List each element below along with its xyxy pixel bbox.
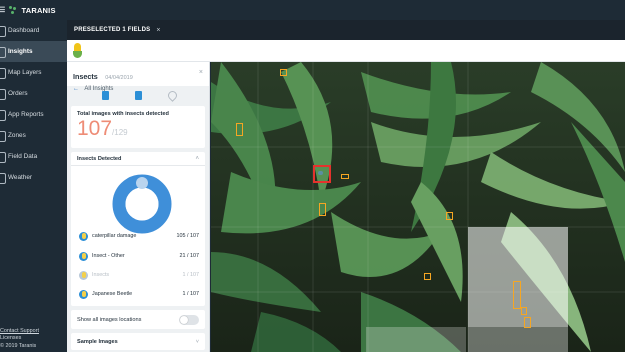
sidebar-item-weather[interactable]: Weather (0, 167, 67, 188)
crop-bar (67, 40, 625, 62)
sample-images-section[interactable]: Sample Images ˅ (71, 333, 205, 350)
insect-marker[interactable] (524, 317, 531, 328)
insect-marker[interactable] (513, 281, 521, 309)
total-images-value: 107 (77, 117, 113, 140)
nav-list: Dashboard Insights Map Layers Orders App Rep… (0, 20, 67, 188)
export-icon[interactable] (101, 90, 109, 100)
sidebar-item-label: Zones (8, 132, 26, 139)
total-images-of: /129 (112, 128, 128, 137)
field-image-viewer[interactable] (211, 62, 625, 352)
insect-row[interactable]: Insects 1 / 107 (79, 269, 199, 281)
panel-title: Insects (73, 72, 98, 81)
location-pin-icon[interactable] (168, 91, 175, 100)
insect-row-label: Japanese Beetle (92, 291, 133, 297)
close-panel-icon[interactable]: × (199, 69, 203, 76)
show-all-locations-row: Show all images locations (71, 310, 205, 329)
donut-highlight-segment (136, 177, 148, 189)
sidebar-item-label: Insights (8, 48, 33, 55)
insect-marker[interactable] (319, 203, 326, 216)
insects-detected-header[interactable]: Insects Detected ˄ (71, 152, 205, 166)
selected-insect-marker[interactable] (313, 165, 331, 183)
brand[interactable]: ☰ TARANIS (0, 0, 67, 20)
sample-images-label: Sample Images (77, 338, 118, 345)
insect-row-label: caterpillar damage (92, 233, 137, 239)
sidebar-footer: Contact Support Licenses © 2019 Taranis (0, 328, 39, 350)
corn-insect-icon (79, 231, 88, 241)
licenses-link[interactable]: Licenses (0, 335, 39, 342)
sidebar-item-dashboard[interactable]: Dashboard (0, 20, 67, 41)
main-sidebar: ☰ TARANIS Dashboard Insights Map Layers Ord… (0, 0, 67, 352)
insects-detected-card: Insects Detected ˄ caterpillar damage 105… (71, 152, 205, 306)
sidebar-item-map-layers[interactable]: Map Layers (0, 62, 67, 83)
taranis-logo-icon (9, 5, 17, 15)
insect-row-count: 21 / 107 (179, 253, 199, 259)
collapse-chevron-icon[interactable]: ˄ (195, 156, 199, 162)
insect-row[interactable]: Insect - Other 21 / 107 (79, 250, 199, 262)
insect-marker[interactable] (521, 307, 527, 315)
total-images-card: Total images with insects detected 107/1… (71, 106, 205, 148)
top-strip (67, 0, 625, 20)
corn-field-photo (211, 62, 625, 352)
field-selection-bar: PRESELECTED 1 FIELDS × (67, 20, 625, 40)
sidebar-item-label: Field Data (8, 153, 38, 160)
insect-row[interactable]: caterpillar damage 105 / 107 (79, 230, 199, 242)
corn-insect-icon (79, 270, 88, 280)
show-all-locations-label: Show all images locations (77, 316, 142, 323)
panel-date: 04/04/2019 (105, 75, 133, 81)
report-icon[interactable] (134, 90, 142, 100)
copyright: © 2019 Taranis (0, 342, 37, 349)
insect-row-label: Insect - Other (92, 253, 125, 259)
insect-marker[interactable] (446, 212, 453, 220)
corn-icon[interactable] (73, 43, 82, 59)
sidebar-item-label: Dashboard (8, 27, 40, 34)
contact-support-link[interactable]: Contact Support (0, 328, 39, 335)
insect-marker[interactable] (236, 123, 243, 136)
insect-marker[interactable] (280, 69, 287, 76)
insects-donut-chart (112, 174, 172, 234)
insect-row-count: 1 / 107 (182, 291, 200, 297)
brand-name: TARANIS (21, 5, 56, 15)
preselected-fields-label[interactable]: PRESELECTED 1 FIELDS (74, 27, 150, 33)
insects-detected-title: Insects Detected (77, 155, 122, 162)
sidebar-item-orders[interactable]: Orders (0, 83, 67, 104)
corn-insect-icon (79, 289, 88, 299)
expand-chevron-icon[interactable]: ˅ (196, 339, 199, 345)
menu-icon[interactable]: ☰ (0, 6, 5, 14)
insect-row-count: 105 / 107 (176, 233, 199, 239)
sidebar-item-field-data[interactable]: Field Data (0, 146, 67, 167)
back-arrow-icon: ← (73, 86, 79, 92)
clear-fields-icon[interactable]: × (156, 27, 160, 34)
sidebar-item-label: Orders (8, 90, 28, 97)
panel-header: Insects 04/04/2019 × ← All Insights (67, 62, 209, 92)
insect-row-count: 1 / 107 (182, 272, 200, 278)
insect-row[interactable]: Japanese Beetle 1 / 107 (79, 288, 199, 300)
show-all-locations-toggle[interactable] (179, 314, 199, 325)
sidebar-item-zones[interactable]: Zones (0, 125, 67, 146)
insights-panel: Insects 04/04/2019 × ← All Insights Tota… (67, 62, 210, 352)
sidebar-item-label: Map Layers (8, 69, 42, 76)
insect-marker[interactable] (424, 273, 431, 280)
sidebar-item-label: App Reports (8, 111, 44, 118)
insect-marker[interactable] (341, 174, 349, 179)
sidebar-item-insights[interactable]: Insights (0, 41, 67, 62)
sidebar-item-app-reports[interactable]: App Reports (0, 104, 67, 125)
insect-row-label: Insects (92, 272, 110, 278)
corn-insect-icon (79, 251, 88, 261)
sidebar-item-label: Weather (8, 174, 33, 181)
back-label: All Insights (84, 86, 114, 92)
